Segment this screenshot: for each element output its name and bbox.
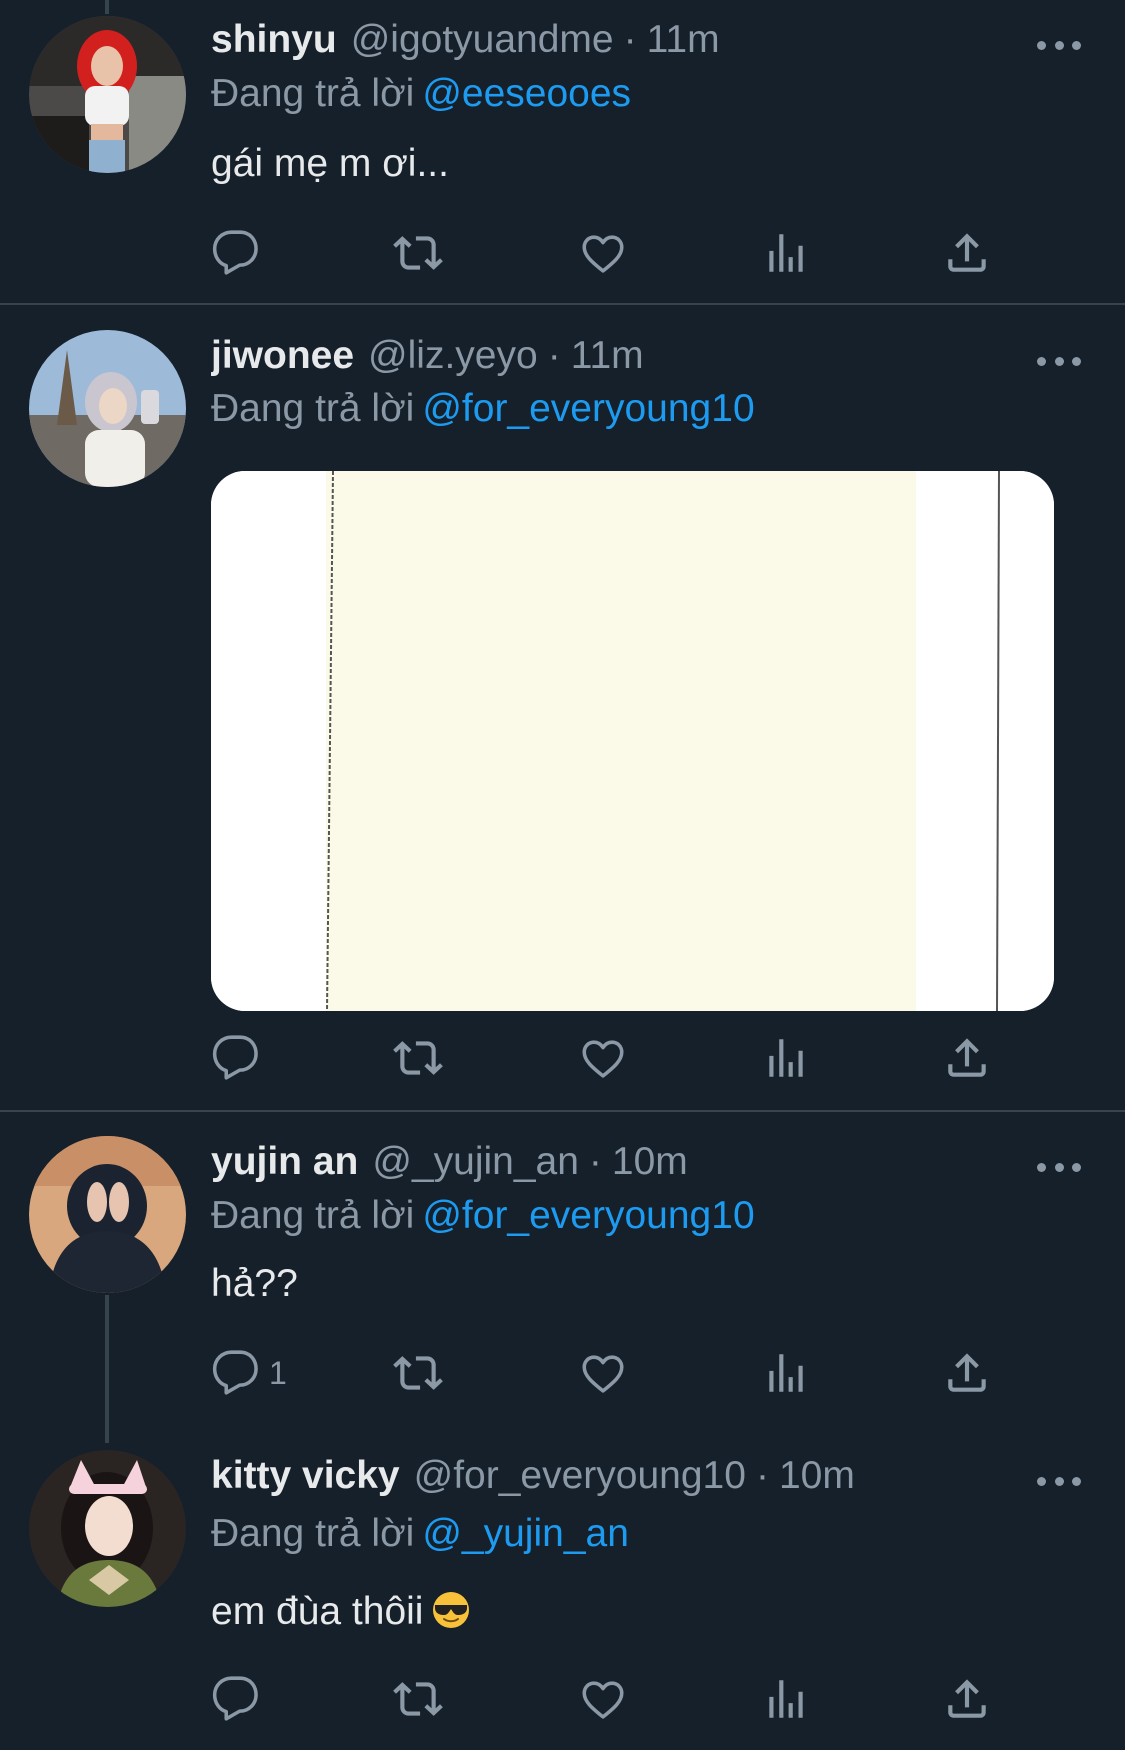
views-icon [761,1348,811,1398]
reply-to-mention[interactable]: @_yujin_an [422,1512,629,1555]
like-icon [578,1674,628,1724]
tweet-header: shinyu @igotyuandme · 11m [211,18,1015,66]
reply-context: Đang trả lời @_yujin_an [211,1512,629,1556]
like-button[interactable] [578,1674,628,1724]
tweet-text: gái mẹ m ơi... [211,142,449,185]
views-icon [761,1674,811,1724]
retweet-button[interactable] [393,1674,443,1724]
display-name[interactable]: jiwonee [211,334,354,378]
share-icon [942,228,992,278]
reply-button[interactable]: 1 [211,1348,287,1398]
views-button[interactable] [761,1348,811,1398]
like-button[interactable] [578,1348,628,1398]
reply-count: 1 [269,1354,287,1391]
retweet-icon [393,1348,443,1398]
reply-prefix: Đang trả lời [211,72,415,115]
retweet-button[interactable] [393,1348,443,1398]
reply-button[interactable] [211,1674,269,1724]
views-icon [761,228,811,278]
like-icon [578,1033,628,1083]
more-icon[interactable] [1037,30,1081,60]
avatar[interactable] [29,16,186,173]
tweet-shinyu[interactable]: shinyu @igotyuandme · 11m Đang trả lời @e… [0,0,1125,303]
user-handle[interactable]: @for_everyoung10 [414,1454,746,1498]
tweet-text: hả?? [211,1262,298,1305]
views-button[interactable] [761,1674,811,1724]
views-button[interactable] [761,1033,811,1083]
reply-context: Đang trả lời @for_everyoung10 [211,1194,755,1238]
share-button[interactable] [942,1674,992,1724]
reply-prefix: Đang trả lời [211,1194,415,1237]
reply-prefix: Đang trả lời [211,1512,415,1555]
avatar[interactable] [29,1450,186,1607]
timestamp[interactable]: 10m [779,1454,855,1498]
share-icon [942,1348,992,1398]
share-button[interactable] [942,1033,992,1083]
like-button[interactable] [578,228,628,278]
avatar[interactable] [29,1136,186,1293]
tweet-media-image[interactable] [211,471,1054,1011]
timestamp[interactable]: 11m [571,334,644,378]
retweet-button[interactable] [393,1033,443,1083]
share-icon [942,1674,992,1724]
views-button[interactable] [761,228,811,278]
user-handle[interactable]: @igotyuandme [351,18,614,62]
tweet-header: jiwonee @liz.yeyo · 11m [211,334,1015,382]
reply-prefix: Đang trả lời [211,387,415,430]
tweet-text-container: em đùa thôii [211,1590,471,1634]
reply-icon [211,1033,261,1083]
reply-button[interactable] [211,228,269,278]
timestamp[interactable]: 11m [647,18,720,62]
more-icon[interactable] [1037,1466,1081,1496]
tweet-actions [211,1033,1011,1089]
more-icon[interactable] [1037,346,1081,376]
timestamp[interactable]: 10m [612,1140,688,1184]
separator-dot: · [547,334,561,377]
tweet-header: kitty vicky @for_everyoung10 · 10m [211,1454,1015,1502]
meme-image [211,471,1054,1011]
share-button[interactable] [942,228,992,278]
share-button[interactable] [942,1348,992,1398]
display-name[interactable]: shinyu [211,18,337,62]
views-icon [761,1033,811,1083]
avatar[interactable] [29,330,186,487]
reply-icon [211,1348,261,1398]
reply-context: Đang trả lời @for_everyoung10 [211,387,755,431]
separator-dot: · [755,1454,769,1497]
tweet-yujin-an[interactable]: yujin an @_yujin_an · 10m Đang trả lời @f… [0,1112,1125,1430]
user-handle[interactable]: @_yujin_an [372,1140,579,1184]
reply-to-mention[interactable]: @for_everyoung10 [422,1194,754,1237]
tweet-jiwonee[interactable]: jiwonee @liz.yeyo · 11m Đang trả lời @for… [0,305,1125,1110]
reply-to-mention[interactable]: @eeseooes [422,72,631,115]
user-handle[interactable]: @liz.yeyo [368,334,538,378]
display-name[interactable]: yujin an [211,1140,358,1184]
reply-icon [211,1674,261,1724]
sunglasses-emoji-icon [433,1592,470,1628]
like-icon [578,228,628,278]
tweet-actions [211,1674,1011,1730]
retweet-button[interactable] [393,228,443,278]
share-icon [942,1033,992,1083]
like-icon [578,1348,628,1398]
tweet-header: yujin an @_yujin_an · 10m [211,1140,1015,1188]
display-name[interactable]: kitty vicky [211,1454,400,1498]
tweet-kitty-vicky[interactable]: kitty vicky @for_everyoung10 · 10m Đang … [0,1430,1125,1750]
tweet-actions [211,228,1011,284]
reply-button[interactable] [211,1033,269,1083]
reply-icon [211,228,261,278]
reply-to-mention[interactable]: @for_everyoung10 [422,387,754,430]
like-button[interactable] [578,1033,628,1083]
timeline-page: { "tweets": [ { "name": "shinyu", "handl… [0,0,1125,1750]
more-icon[interactable] [1037,1152,1081,1182]
retweet-icon [393,1674,443,1724]
separator-dot: · [623,18,637,61]
separator-dot: · [588,1140,602,1183]
tweet-text: em đùa thôii [211,1590,424,1633]
retweet-icon [393,1033,443,1083]
tweet-actions: 1 [211,1348,1011,1404]
reply-context: Đang trả lời @eeseooes [211,72,631,116]
retweet-icon [393,228,443,278]
